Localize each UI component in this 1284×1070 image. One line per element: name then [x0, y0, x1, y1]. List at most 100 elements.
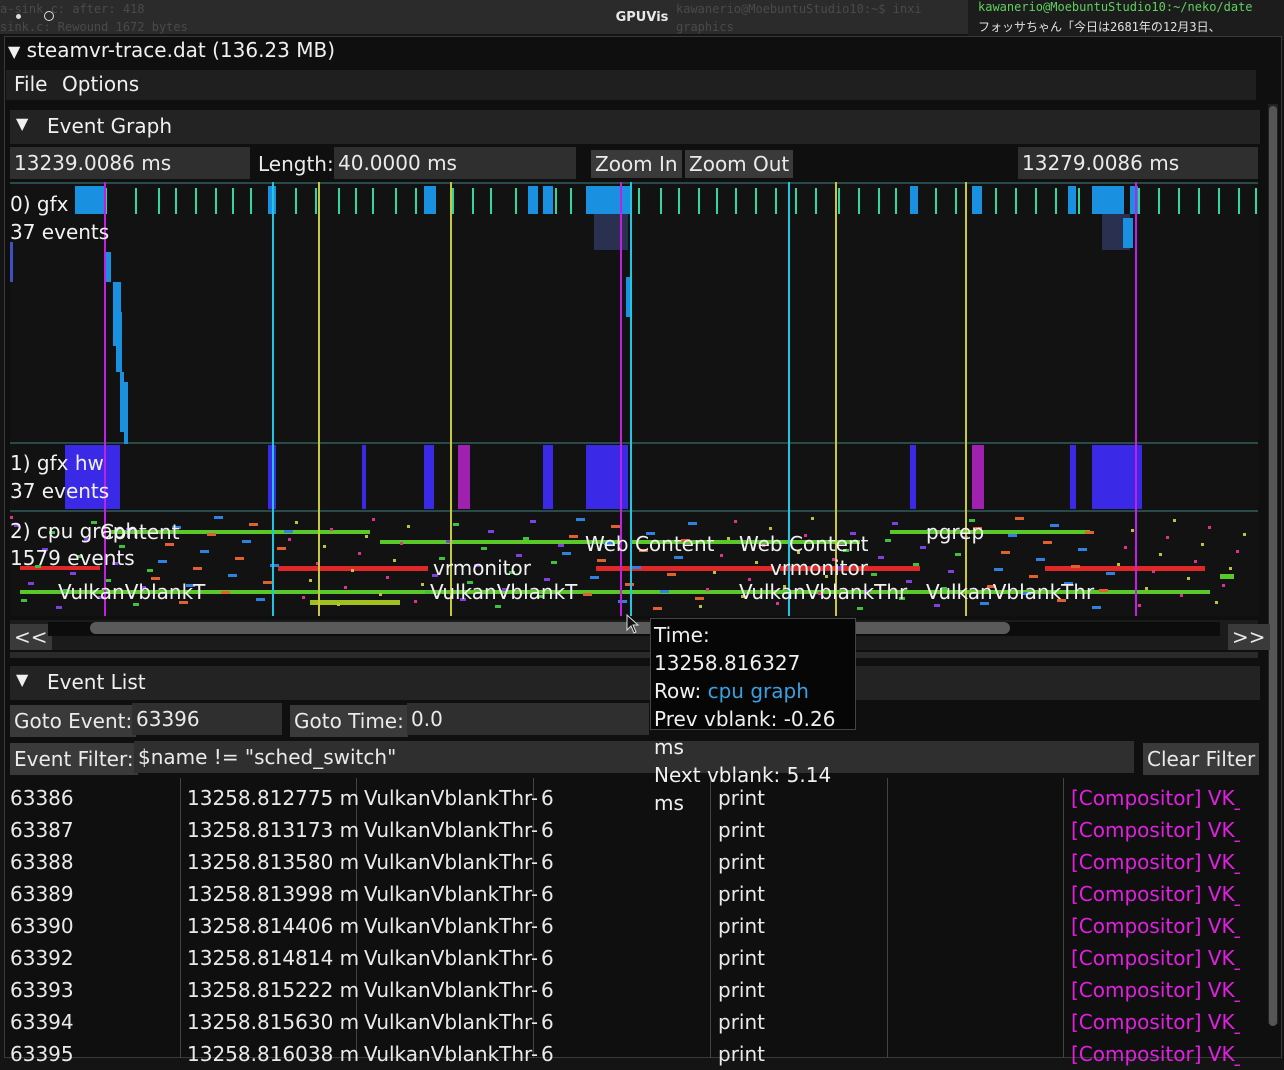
cpu-event-speck [56, 606, 62, 609]
event-filter-input[interactable]: $name != "sched_switch" [134, 741, 1134, 773]
cpu-event-speck [1085, 531, 1094, 534]
cpu-event-speck [1117, 563, 1120, 566]
gfx-tick [1255, 188, 1257, 214]
cpu-event-speck [667, 573, 676, 576]
cpu-event-bar [380, 540, 620, 544]
zoom-in-button[interactable]: Zoom In [591, 150, 682, 178]
cpu-event-speck [1008, 534, 1017, 537]
cpu-label: VulkanVblankThr [739, 580, 908, 604]
gfx-tick [295, 188, 297, 214]
cpu-event-speck [1106, 572, 1115, 575]
cpu-event-speck [277, 547, 286, 550]
table-row[interactable]: 63389 13258.813998 ms VulkanVblankThr- 6 pri… [10, 878, 1258, 910]
gfx-tick [515, 188, 517, 214]
gfx-event-shadow [594, 214, 628, 250]
scroll-right-button[interactable]: >> [1228, 624, 1270, 650]
clear-filter-button[interactable]: Clear Filter [1143, 743, 1260, 775]
cpu-event-speck [1201, 543, 1204, 546]
gfx-tick [935, 188, 937, 214]
table-row[interactable]: 63386 13258.812775 ms VulkanVblankThr- 6 pri… [10, 782, 1258, 814]
cpu-event-speck [288, 538, 291, 541]
gfx-tick [158, 188, 160, 214]
table-row[interactable]: 63393 13258.815222 ms VulkanVblankThr- 6 pri… [10, 974, 1258, 1006]
table-cell-ts: 13258.815630 ms [187, 1010, 360, 1034]
menu-options[interactable]: Options [62, 72, 139, 96]
collapse-triangle-icon[interactable]: ▼ [16, 670, 28, 689]
table-row[interactable]: 63392 13258.814814 ms VulkanVblankThr- 6 pri… [10, 942, 1258, 974]
cpu-event-speck [576, 518, 585, 521]
graph-start-time-field[interactable]: 13239.0086 ms [10, 147, 250, 179]
main-scrollbar-thumb[interactable] [1269, 106, 1277, 1026]
graph-hscroll-thumb[interactable] [90, 622, 1010, 634]
scroll-left-button[interactable]: << [10, 624, 52, 650]
cpu-event-speck [351, 569, 354, 572]
collapse-triangle-icon[interactable]: ▼ [16, 114, 28, 133]
terminal-prompt: kawanerio@MoebuntuStudio10:~/neko/date [978, 0, 1253, 14]
goto-time-input[interactable]: 0.0 [407, 703, 649, 735]
gfx-tick [1055, 188, 1057, 214]
table-cell-info: [Compositor] VK_I [1071, 1042, 1240, 1066]
cpu-event-bar [310, 600, 400, 605]
graph-length-field[interactable]: 40.0000 ms [334, 147, 576, 179]
table-cell-id: 63393 [10, 978, 74, 1002]
cpu-event-speck [948, 570, 954, 573]
cpu-event-speck [407, 525, 410, 528]
table-cell-info: [Compositor] VK_I [1071, 914, 1240, 938]
splitter[interactable] [10, 652, 1258, 658]
cpu-event-speck [727, 537, 730, 540]
table-row[interactable]: 63395 13258.816038 ms VulkanVblankThr- 6 pri… [10, 1038, 1258, 1070]
event-list-header[interactable]: ▼ Event List [10, 666, 1260, 700]
event-graph-header[interactable]: ▼ Event Graph [10, 110, 1260, 144]
cpu-event-speck [720, 554, 723, 557]
gfx-event-block [528, 186, 538, 214]
cpu-event-speck [481, 547, 487, 550]
cpu-event-speck [249, 523, 258, 526]
goto-time-label: Goto Time: [290, 705, 408, 737]
table-cell-event: print [718, 946, 765, 970]
gfx-tick [1035, 188, 1037, 214]
gfx-tick [795, 188, 797, 214]
gfx-event-block [972, 186, 982, 214]
gfx-tick [415, 188, 417, 214]
cpu-event-speck [337, 603, 340, 606]
table-cell-comm: VulkanVblankThr- [364, 786, 537, 810]
table-row[interactable]: 63394 13258.815630 ms VulkanVblankThr- 6 pri… [10, 1006, 1258, 1038]
cpu-event-speck [270, 564, 279, 567]
terminal-line: フォッサちゃん「今日は2681年の12月3日、 [978, 20, 1221, 34]
file-title[interactable]: ▼ steamvr-trace.dat (136.23 MB) [8, 38, 335, 62]
table-row[interactable]: 63388 13258.813580 ms VulkanVblankThr- 6 pri… [10, 846, 1258, 878]
terminal-right-panel: kawanerio@MoebuntuStudio10:~/neko/date フ… [968, 0, 1284, 40]
gfx-tick [355, 188, 357, 214]
cpu-event-speck [699, 605, 702, 608]
goto-event-input[interactable]: 63396 [132, 703, 282, 735]
menu-file[interactable]: File [14, 72, 47, 96]
cpu-event-speck [1036, 558, 1045, 561]
zoom-out-button[interactable]: Zoom Out [685, 150, 794, 178]
table-row[interactable]: 63390 13258.814406 ms VulkanVblankThr- 6 pri… [10, 910, 1258, 942]
table-cell-id: 63387 [10, 818, 74, 842]
table-cell-event: print [718, 850, 765, 874]
cpu-event-speck [1187, 577, 1190, 580]
collapse-triangle-icon[interactable]: ▼ [8, 42, 20, 61]
table-cell-ts: 13258.814406 ms [187, 914, 360, 938]
cpu-event-speck [1124, 546, 1127, 549]
cpu-label: Web Content [585, 532, 715, 556]
cpu-event-speck [994, 568, 1003, 571]
event-graph-title: Event Graph [47, 114, 172, 138]
table-cell-id: 63388 [10, 850, 74, 874]
cpu-event-speck [1043, 541, 1052, 544]
gfx-event-block [424, 186, 436, 214]
cpu-label: VulkanVblankT [430, 580, 578, 604]
table-cell-id: 63386 [10, 786, 74, 810]
gfx-event-block [1123, 218, 1133, 248]
cpu-event-speck [618, 600, 627, 603]
cpu-event-speck [1131, 529, 1134, 532]
gfx-tick [1158, 188, 1160, 214]
table-row[interactable]: 63387 13258.813173 ms VulkanVblankThr- 6 pri… [10, 814, 1258, 846]
table-cell-event: print [718, 818, 765, 842]
mouse-cursor-icon [626, 614, 640, 634]
graph-end-time-field[interactable]: 13279.0086 ms [1018, 147, 1258, 179]
gfx-staircase-block [116, 312, 122, 372]
gfx-tick [716, 188, 718, 214]
table-cell-info: [Compositor] VK_I [1071, 818, 1240, 842]
